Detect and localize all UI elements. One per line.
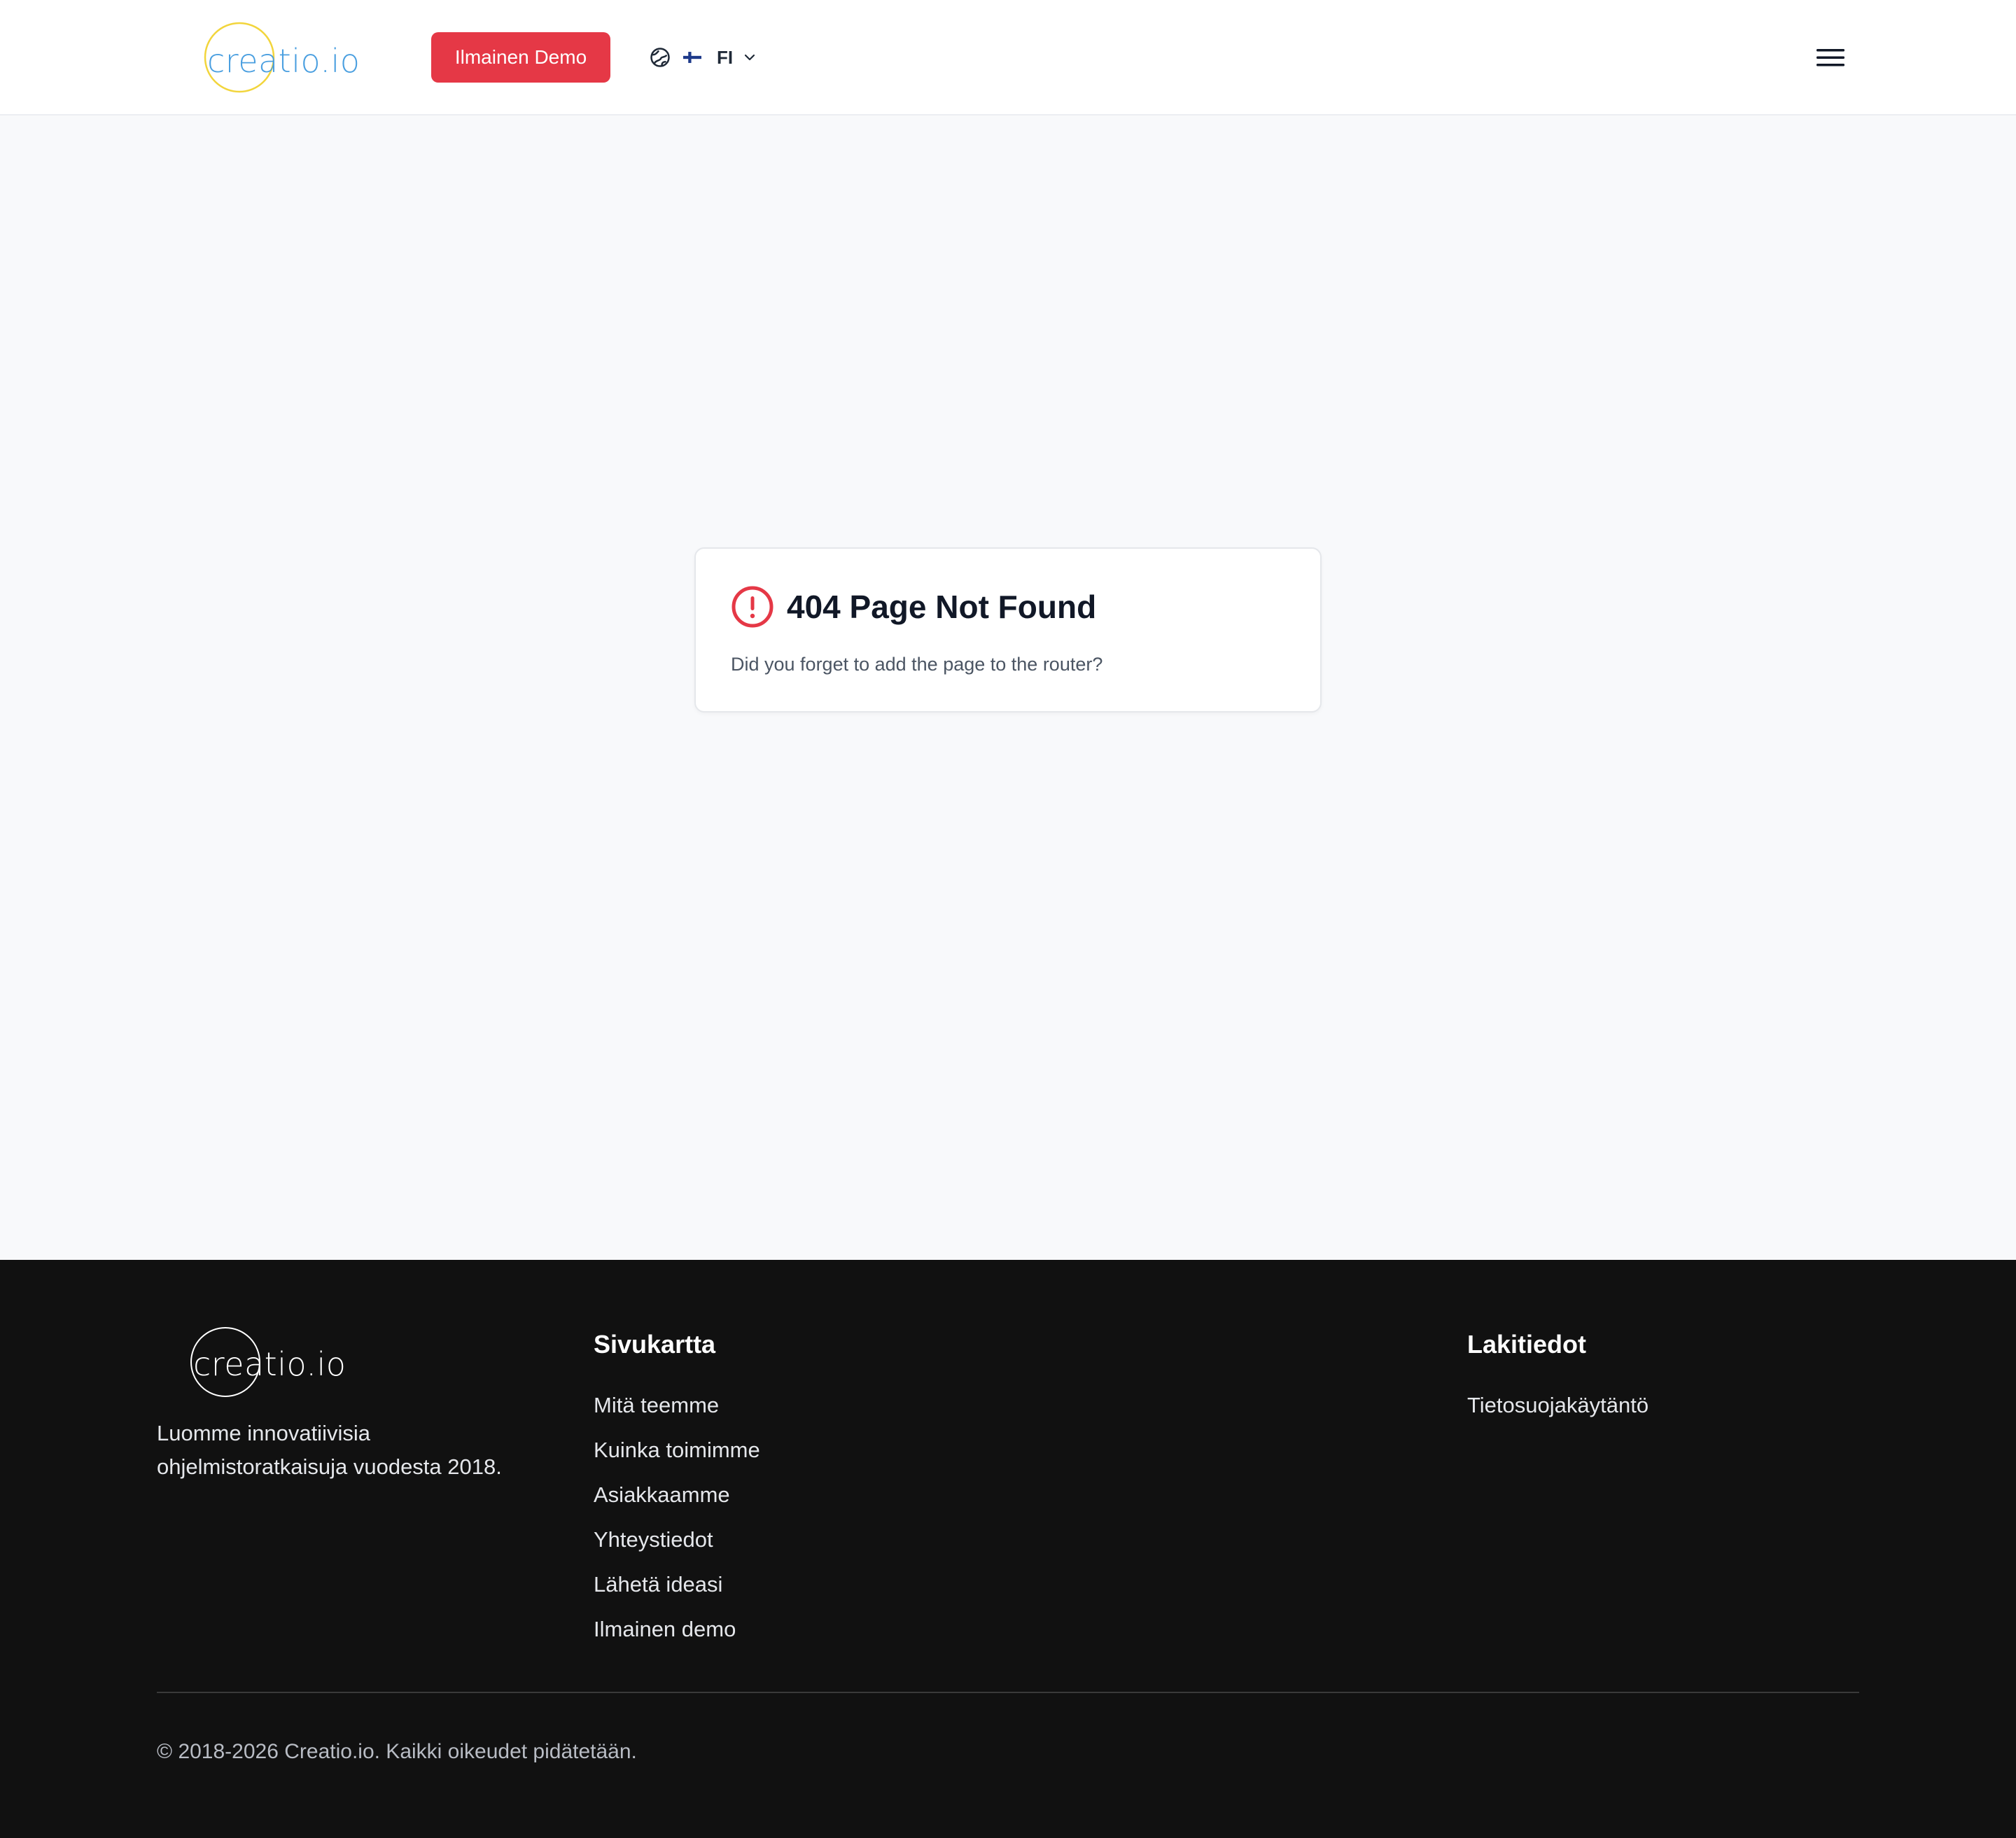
logo-text: creatio.io <box>207 42 360 80</box>
chevron-down-icon <box>745 54 755 61</box>
sitemap-link-mita-teemme[interactable]: Mitä teemme <box>594 1393 719 1417</box>
error-title: 404 Page Not Found <box>787 589 1097 625</box>
free-demo-button[interactable]: Ilmainen Demo <box>431 32 610 83</box>
header-logo[interactable]: creatio.io <box>203 20 371 95</box>
language-code: FI <box>717 46 734 68</box>
footer-tagline: Luomme innovatiivisia ohjelmistoratkaisu… <box>157 1421 502 1479</box>
footer-divider <box>157 1692 1859 1693</box>
sitemap-link-kuinka-toimimme[interactable]: Kuinka toimimme <box>594 1438 760 1462</box>
error-description: Did you forget to add the page to the ro… <box>731 654 1103 675</box>
list-item: Lähetä ideasi <box>594 1571 760 1615</box>
list-item: Mitä teemme <box>594 1391 760 1436</box>
list-item: Yhteystiedot <box>594 1526 760 1571</box>
list-item: Kuinka toimimme <box>594 1436 760 1481</box>
legal-heading: Lakitiedot <box>1467 1330 1587 1359</box>
globe-icon <box>650 48 670 67</box>
footer-logo-text: creatio.io <box>193 1345 346 1383</box>
list-item: Asiakkaamme <box>594 1481 760 1526</box>
site-footer: creatio.io Luomme innovatiivisia ohjelmi… <box>0 1260 2016 1838</box>
sitemap-link-asiakkaamme[interactable]: Asiakkaamme <box>594 1482 730 1507</box>
finland-flag-icon <box>683 52 701 63</box>
footer-copyright: © 2018-2026 Creatio.io. Kaikki oikeudet … <box>157 1740 637 1763</box>
sitemap-link-ilmainen-demo[interactable]: Ilmainen demo <box>594 1617 736 1641</box>
list-item: Ilmainen demo <box>594 1615 760 1660</box>
list-item: Tietosuojakäytäntö <box>1467 1391 1648 1436</box>
legal-links: Tietosuojakäytäntö <box>1467 1391 1648 1436</box>
hamburger-menu-icon[interactable] <box>1816 43 1845 71</box>
site-header: creatio.io Ilmainen Demo FI <box>0 0 2016 115</box>
sitemap-links: Mitä teemme Kuinka toimimme Asiakkaamme … <box>594 1391 760 1660</box>
sitemap-link-yhteystiedot[interactable]: Yhteystiedot <box>594 1527 713 1552</box>
sitemap-link-laheta-ideasi[interactable]: Lähetä ideasi <box>594 1572 722 1597</box>
error-card: 404 Page Not Found Did you forget to add… <box>694 547 1322 713</box>
error-title-row: 404 Page Not Found <box>731 585 1096 629</box>
alert-circle-icon <box>732 586 774 628</box>
footer-logo[interactable]: creatio.io <box>189 1324 357 1400</box>
legal-link-privacy-policy[interactable]: Tietosuojakäytäntö <box>1467 1393 1648 1417</box>
sitemap-heading: Sivukartta <box>594 1330 716 1359</box>
language-selector[interactable]: FI <box>650 43 757 71</box>
